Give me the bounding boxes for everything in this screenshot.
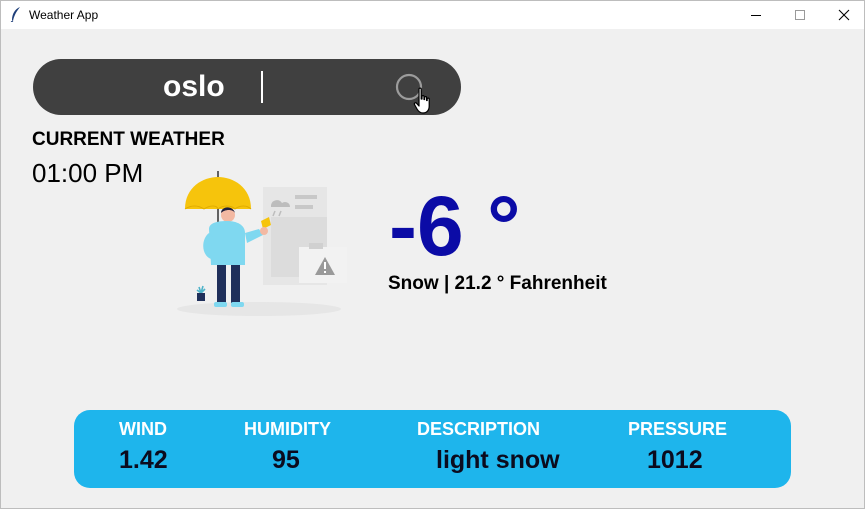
local-time: 01:00 PM (32, 158, 144, 188)
feather-icon (10, 7, 20, 22)
close-button[interactable] (822, 1, 865, 29)
description-label: DESCRIPTION (417, 419, 541, 439)
humidity-value: 95 (272, 446, 300, 474)
condition-text: Snow | 21.2 ° Fahrenheit (388, 273, 607, 294)
pressure-value: 1012 (647, 446, 703, 474)
person-with-umbrella-illustration (177, 171, 347, 316)
maximize-icon (795, 10, 805, 20)
temperature: -6 ° (389, 179, 521, 273)
hand-pointer-icon (413, 87, 430, 114)
pressure-label: PRESSURE (628, 419, 728, 439)
text-caret (261, 71, 263, 103)
close-icon (838, 9, 850, 21)
minimize-icon (751, 15, 761, 16)
details-panel: WIND 1.42 HUMIDITY 95 DESCRIPTION light … (74, 410, 791, 488)
wind-label: WIND (119, 419, 167, 439)
current-weather-heading: CURRENT WEATHER (32, 129, 225, 150)
wind-value: 1.42 (119, 446, 168, 474)
app-window: Weather App CURRENT WEATHER 01:00 PM (0, 0, 865, 509)
humidity-label: HUMIDITY (244, 419, 331, 439)
title-bar[interactable]: Weather App (1, 1, 864, 29)
description-value: light snow (436, 446, 560, 474)
minimize-button[interactable] (734, 1, 778, 29)
window-title: Weather App (29, 8, 99, 22)
search-input[interactable] (153, 67, 393, 107)
maximize-button[interactable] (778, 1, 822, 29)
